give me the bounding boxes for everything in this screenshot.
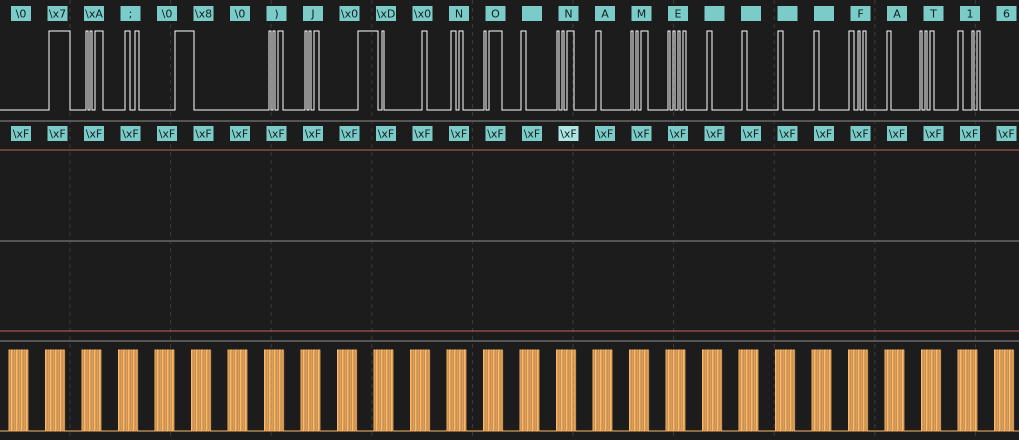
decoded-byte-label: \0 <box>235 8 246 21</box>
decoded-byte-box[interactable] <box>704 6 725 21</box>
decoded-byte-label: \xF <box>962 128 979 141</box>
decoded-byte-label: \0 <box>162 8 173 21</box>
decoded-byte-label: \xF <box>305 128 322 141</box>
decoded-byte-label: \xF <box>560 128 577 141</box>
decoded-byte-box[interactable] <box>522 6 542 21</box>
decoded-byte-label: \xF <box>232 128 249 141</box>
decoded-byte-label: J <box>310 8 314 21</box>
decoded-byte-label: \xF <box>13 128 30 141</box>
decoded-byte-label: ) <box>274 8 278 21</box>
waveform-view[interactable]: \0 \x7 \xA; \0 \x8 \0) J \x0 \xD \x0 N O N A M E F A T 1 6 \… <box>0 0 1019 440</box>
decoded-byte-label: 6 <box>1003 8 1010 21</box>
decoded-byte-box[interactable] <box>741 6 761 21</box>
decoded-byte-label: \xF <box>597 128 614 141</box>
decoded-byte-label: \xD <box>377 8 396 21</box>
decoded-byte-label: \xF <box>414 128 431 141</box>
decoded-byte-label: \xF <box>86 128 103 141</box>
decoded-byte-label: \xF <box>889 128 906 141</box>
decoded-byte-label: \xF <box>195 128 212 141</box>
decoded-byte-label: \x8 <box>195 8 212 21</box>
decoded-byte-label: \xF <box>633 128 650 141</box>
decoded-byte-label: \xF <box>451 128 468 141</box>
decoded-byte-label: \xF <box>487 128 504 141</box>
decoded-byte-label: \xF <box>779 128 796 141</box>
decoded-byte-label: F <box>857 8 863 21</box>
decoded-byte-label: \xF <box>341 128 358 141</box>
decoded-byte-label: \xF <box>268 128 285 141</box>
decoded-byte-label: \xF <box>743 128 760 141</box>
decoded-byte-box[interactable] <box>777 6 798 21</box>
decoded-byte-label: \xF <box>925 128 942 141</box>
decoded-byte-label: O <box>491 8 500 21</box>
decoded-byte-label: \x0 <box>341 8 358 21</box>
decoded-byte-label: N <box>564 8 572 21</box>
decoded-byte-label: \xF <box>706 128 723 141</box>
decoded-byte-label: A <box>893 8 901 21</box>
decoded-byte-label: \xF <box>378 128 395 141</box>
decoded-byte-label: \xF <box>670 128 687 141</box>
decoded-byte-label: \xF <box>49 128 66 141</box>
decoded-byte-label: \xF <box>998 128 1015 141</box>
decoded-byte-label: \x0 <box>414 8 431 21</box>
decoded-byte-label: \xF <box>524 128 541 141</box>
decoded-byte-label: \xF <box>852 128 869 141</box>
decoded-byte-label: \0 <box>16 8 27 21</box>
decoded-byte-label: M <box>637 8 647 21</box>
decoded-byte-label: \x7 <box>49 8 66 21</box>
decoded-byte-label: ; <box>129 8 133 21</box>
decoded-byte-label: E <box>675 8 682 21</box>
decoded-byte-box[interactable] <box>814 6 834 21</box>
decoded-byte-label: \xF <box>159 128 176 141</box>
decoded-byte-label: \xF <box>816 128 833 141</box>
decoded-byte-label: \xF <box>122 128 139 141</box>
decoded-byte-label: N <box>455 8 463 21</box>
decoded-byte-label: \xA <box>85 8 103 21</box>
decoded-byte-label: T <box>929 8 937 21</box>
decoded-byte-label: A <box>601 8 609 21</box>
decoded-byte-label: 1 <box>967 8 974 21</box>
